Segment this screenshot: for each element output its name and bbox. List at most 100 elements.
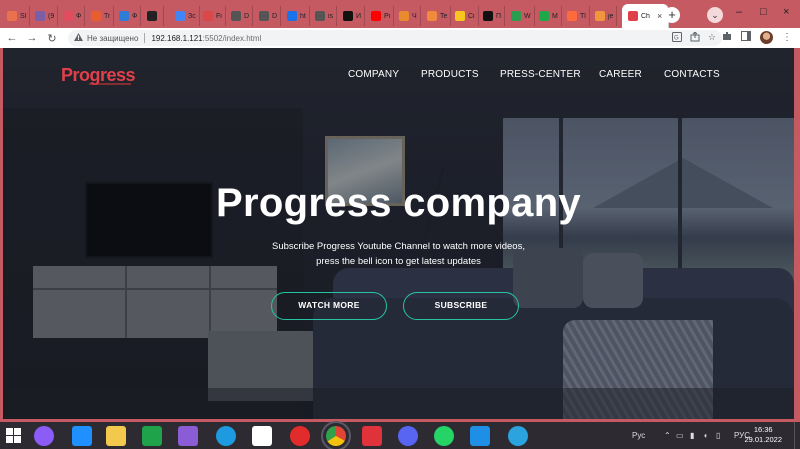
menu-dots-icon[interactable]: ⋮ [782,32,792,43]
maximize-button[interactable]: □ [760,6,767,18]
web-page: Progress COMPANY PRODUCTS PRESS-CENTER C… [3,48,794,419]
nav-company[interactable]: COMPANY [348,69,399,80]
bookmark-star-icon[interactable]: ☆ [708,32,716,44]
tab-close-icon[interactable]: × [657,11,662,21]
tab-favicon-icon [399,11,409,21]
tab-favicon-icon [259,11,269,21]
tab-favicon-icon [63,11,73,21]
tab-favicon-icon [371,11,381,21]
close-window-button[interactable]: × [783,6,789,18]
browser-tab[interactable]: Сi [452,6,479,26]
browser-tab[interactable]: И [340,6,366,26]
tab-title: je [608,12,614,20]
security-label[interactable]: Не защищено [87,34,138,43]
back-button[interactable]: ← [4,32,20,44]
tab-title: Fi [216,12,222,20]
hero-title: Progress company [216,181,581,225]
store-icon[interactable] [142,426,162,446]
browser-tab[interactable]: Ч [396,6,421,26]
visual-studio-icon[interactable] [178,426,198,446]
start-button[interactable] [6,428,21,443]
tab-title: Tl [580,12,586,20]
tab-title: Te [440,12,448,20]
watch-more-button[interactable]: WATCH MORE [271,292,387,320]
browser-tab[interactable]: W [508,6,535,26]
tab-favicon-icon [427,11,437,21]
telegram-icon[interactable] [508,426,528,446]
speaker-icon[interactable]: ▯ [716,431,720,440]
tab-favicon-icon [455,11,465,21]
browser-window: Sl (9 Ф Tr Ф Зс Fi D Dht is И Pi Ч Te Сi П W М Tl je Ch × + ⌄… [0,0,800,422]
tab-favicon-icon [175,11,185,21]
tab-title: Ч [412,12,417,20]
browser-tab[interactable]: Te [424,6,452,26]
browser-tab[interactable]: Sl [4,6,31,26]
active-browser-tab[interactable]: Ch × [622,4,670,28]
browser-tab[interactable]: Зс [172,6,200,26]
share-icon[interactable] [690,31,700,44]
browser-tab[interactable]: Tl [564,6,590,26]
minimize-button[interactable]: – [736,6,742,18]
browser-tab[interactable]: (9 [32,6,59,26]
nav-contacts[interactable]: CONTACTS [664,69,720,80]
network-icon[interactable]: ▭ [676,431,684,440]
subscribe-button[interactable]: SUBSCRIBE [403,292,519,320]
nav-press-center[interactable]: PRESS-CENTER [500,69,581,80]
discord-icon[interactable] [398,426,418,446]
weather-widget[interactable]: Рус [632,431,645,440]
browser-tab[interactable]: is [312,6,338,26]
url-host: 192.168.1.121 [151,33,203,43]
opera-icon[interactable] [290,426,310,446]
tab-search-button[interactable]: ⌄ [707,7,723,23]
browser-tab[interactable]: Ф [116,6,142,26]
browser-tab[interactable] [144,6,164,26]
browser-tab[interactable]: Ф [60,6,86,26]
browser-tab[interactable]: je [592,6,618,26]
svg-text:G: G [674,36,679,42]
progress-favicon-icon [628,11,638,21]
forward-button[interactable]: → [24,32,40,44]
logo-underline [89,83,131,85]
volume-icon[interactable]: ◖ [703,431,708,440]
new-tab-button[interactable]: + [664,7,680,23]
browser-tab[interactable]: Pi [368,6,395,26]
ie-icon[interactable] [72,426,92,446]
battery-icon[interactable]: ▮ [690,431,694,440]
browser-tab[interactable]: М [536,6,562,26]
reload-button[interactable]: ↻ [44,32,60,45]
address-bar[interactable]: Не защищено 192.168.1.121:5502/index.htm… [68,30,722,46]
edge-icon[interactable] [216,426,236,446]
browser-tab[interactable]: П [480,6,506,26]
clock-date: 29.01.2022 [744,435,782,444]
url-text[interactable]: 192.168.1.121:5502/index.html [151,34,261,43]
browser-tab[interactable]: D [228,6,254,26]
alice-icon[interactable] [34,426,54,446]
tab-title: is [328,12,334,20]
sidepanel-icon[interactable] [741,31,751,44]
tab-favicon-icon [203,11,213,21]
browser-tab[interactable]: ht [284,6,310,26]
browser-tab[interactable]: Fi [200,6,226,26]
taskbar: Рус ⌃ ▭ ▮ ◖ ▯ РУС 16:36 29.01.2022 [0,421,800,449]
browser-tab[interactable]: Tr [88,6,115,26]
browser-tab[interactable]: D [256,6,282,26]
extensions-icon[interactable] [722,31,732,44]
tab-favicon-icon [287,11,297,21]
cabinet-divider [33,288,277,290]
tab-favicon-icon [35,11,45,21]
chrome-icon[interactable] [321,421,351,449]
vscode-icon[interactable] [470,426,490,446]
wps-icon[interactable] [362,426,382,446]
explorer-icon[interactable] [106,426,126,446]
translate-icon[interactable]: G [671,32,682,44]
tray-chevron-icon[interactable]: ⌃ [664,431,671,440]
warning-triangle-icon[interactable] [74,33,83,43]
nav-career[interactable]: CAREER [599,69,642,80]
clock[interactable]: 16:36 29.01.2022 [744,425,782,445]
nav-products[interactable]: PRODUCTS [421,69,479,80]
file-icon[interactable] [252,426,272,446]
whatsapp-icon[interactable] [434,426,454,446]
avatar-icon[interactable] [760,31,773,44]
show-desktop-button[interactable] [794,422,798,449]
tab-favicon-icon [7,11,17,21]
